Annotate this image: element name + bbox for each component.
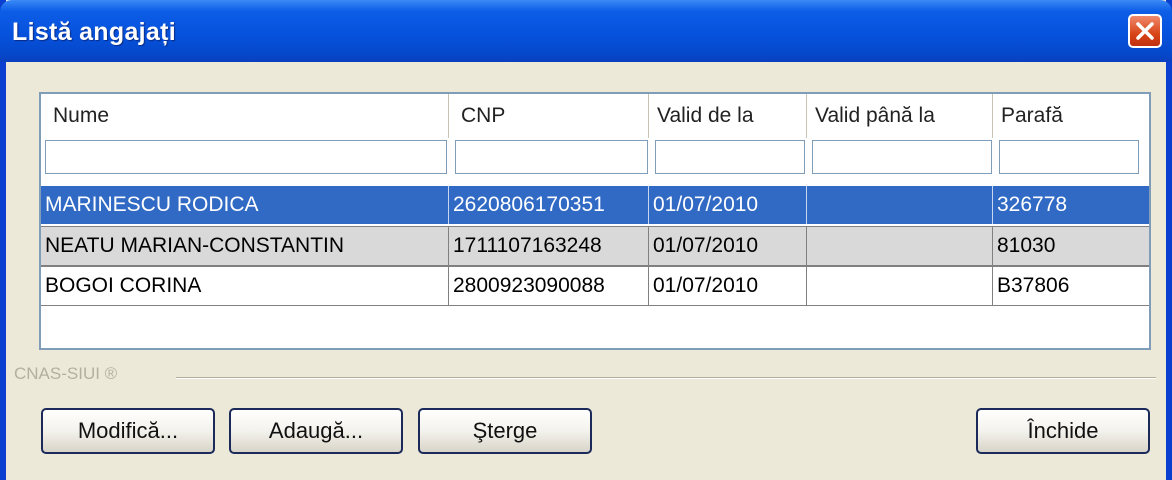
cell-cnp: 2620806170351 (449, 186, 649, 224)
close-button[interactable]: Închide (976, 408, 1150, 454)
cell-parafa: 81030 (997, 234, 1056, 257)
delete-button[interactable]: Şterge (418, 408, 592, 454)
cell-valid-until (807, 186, 993, 224)
cell-parafa: B37806 (997, 274, 1070, 297)
close-icon (1136, 22, 1154, 40)
cell-valid-from: 01/07/2010 (649, 267, 807, 305)
window-title: Listă angajați (12, 18, 176, 46)
column-header-valid-until[interactable]: Valid până la (807, 94, 993, 138)
column-header-name[interactable]: Nume (41, 94, 449, 138)
table-row[interactable]: BOGOI CORINA 2800923090088 01/07/2010 B3… (41, 266, 1149, 306)
filter-valid-from-input[interactable] (655, 140, 805, 174)
column-header-valid-from[interactable]: Valid de la (649, 94, 807, 138)
cell-parafa: 326778 (997, 193, 1068, 216)
employee-grid[interactable]: Nume CNP Valid de la Valid până la Paraf… (39, 92, 1151, 350)
column-header-cnp[interactable]: CNP (449, 94, 649, 138)
filter-valid-until-input[interactable] (812, 140, 992, 174)
cell-name: NEATU MARIAN-CONSTANTIN (41, 227, 449, 265)
filter-cnp-input[interactable] (455, 140, 648, 174)
table-row[interactable]: NEATU MARIAN-CONSTANTIN 1711107163248 01… (41, 226, 1149, 266)
dialog-window: Listă angajați Nume CNP Valid de la Vali… (0, 0, 1172, 480)
grid-header: Nume CNP Valid de la Valid până la Paraf… (41, 94, 1149, 138)
cell-name: MARINESCU RODICA (41, 186, 449, 224)
cell-valid-until (807, 267, 993, 305)
cell-cnp: 2800923090088 (449, 267, 649, 305)
cell-valid-until (807, 227, 993, 265)
cell-valid-from: 01/07/2010 (649, 186, 807, 224)
add-button[interactable]: Adaugă... (229, 408, 403, 454)
table-row[interactable]: MARINESCU RODICA 2620806170351 01/07/201… (41, 186, 1149, 224)
group-divider (176, 377, 1156, 379)
cell-cnp: 1711107163248 (449, 227, 649, 265)
cell-name: BOGOI CORINA (41, 267, 449, 305)
column-header-parafa[interactable]: Parafă (993, 94, 1149, 138)
modify-button[interactable]: Modifică... (41, 408, 215, 454)
group-label: CNAS-SIUI ® (14, 364, 118, 383)
cell-valid-from: 01/07/2010 (649, 227, 807, 265)
close-window-button[interactable] (1128, 14, 1162, 48)
filter-parafa-input[interactable] (999, 140, 1139, 174)
filter-name-input[interactable] (45, 140, 447, 174)
title-bar[interactable]: Listă angajați (0, 0, 1172, 62)
